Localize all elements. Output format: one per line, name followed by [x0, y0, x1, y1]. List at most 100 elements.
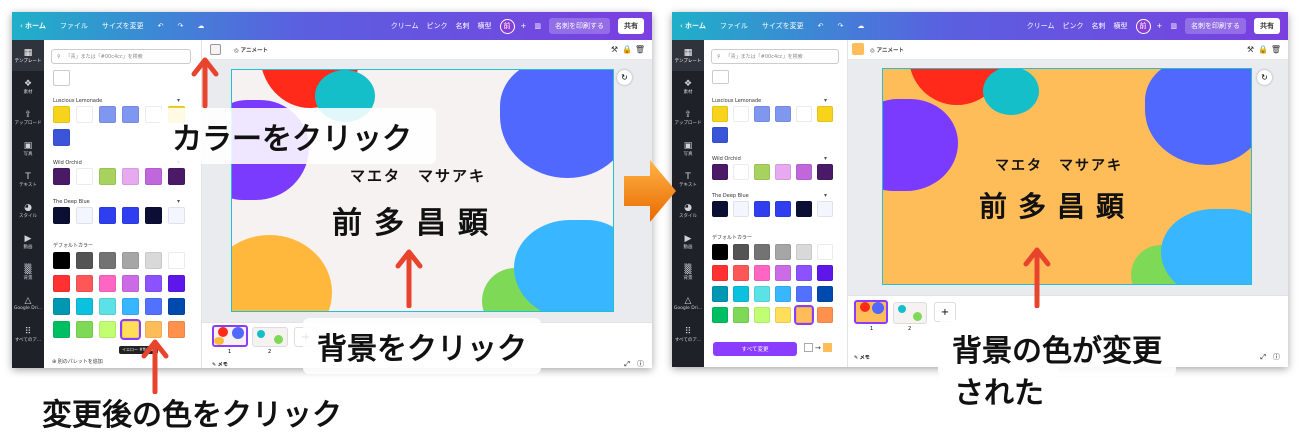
color-swatch[interactable] [53, 106, 70, 123]
help-icon[interactable]: ⓘ [637, 359, 644, 368]
file-menu-2[interactable]: ファイル [720, 21, 748, 31]
color-swatch[interactable] [817, 244, 833, 260]
color-swatch[interactable] [775, 286, 791, 302]
rail-video-2[interactable]: ▶ 動画 [672, 226, 704, 257]
change-all-button[interactable]: すべて変更 [713, 342, 797, 356]
print-button[interactable]: 名刺を印刷する [549, 18, 610, 34]
home-button-2[interactable]: ‹ ホーム [680, 21, 706, 31]
rail-templates-2[interactable]: ▦ テンプレート [672, 40, 704, 71]
color-swatch[interactable] [145, 298, 162, 315]
color-swatch[interactable] [733, 106, 749, 122]
rail-google-drive[interactable]: △ Google Dri... [12, 288, 44, 319]
color-swatch[interactable] [733, 307, 749, 323]
refresh-icon[interactable]: ↻ [617, 70, 632, 85]
color-swatch[interactable] [53, 298, 70, 315]
palette-menu-icon[interactable]: ▾ [177, 198, 180, 205]
page-thumb-2[interactable] [252, 327, 288, 347]
color-swatch[interactable] [712, 244, 728, 260]
color-swatch[interactable] [99, 298, 116, 315]
color-swatch[interactable] [168, 207, 185, 224]
color-swatch[interactable] [168, 321, 185, 338]
color-swatch[interactable] [754, 286, 770, 302]
rail-photos[interactable]: ▣ 写真 [12, 133, 44, 164]
paint-icon-2[interactable]: ⚒ [1247, 45, 1254, 54]
rail-background-2[interactable]: ▒ 背景 [672, 257, 704, 288]
color-swatch[interactable] [99, 207, 116, 224]
home-button[interactable]: ‹ ホーム [20, 21, 46, 31]
color-swatch[interactable] [733, 265, 749, 281]
name-kanji[interactable]: 前多昌顕 [332, 198, 500, 242]
color-swatch[interactable] [76, 207, 93, 224]
color-swatch[interactable] [754, 106, 770, 122]
color-swatch[interactable] [122, 168, 139, 185]
color-swatch[interactable] [712, 127, 728, 143]
color-swatch[interactable] [796, 286, 812, 302]
rail-google-drive-2[interactable]: △ Google Dri... [672, 288, 704, 319]
color-swatch[interactable] [754, 244, 770, 260]
color-swatch[interactable] [99, 275, 116, 292]
color-swatch[interactable] [733, 201, 749, 217]
name-kanji-2[interactable]: 前多昌顕 [979, 185, 1135, 225]
rail-uploads[interactable]: ⇪ アップロード [12, 102, 44, 133]
palette-menu-icon[interactable]: ▾ [177, 97, 180, 104]
color-swatch[interactable] [145, 207, 162, 224]
color-swatch[interactable] [712, 307, 728, 323]
color-swatch[interactable] [53, 129, 70, 146]
color-swatch[interactable] [817, 286, 833, 302]
color-swatch[interactable] [775, 265, 791, 281]
color-swatch[interactable] [754, 201, 770, 217]
background-color-button[interactable] [210, 44, 221, 55]
rail-all-apps-2[interactable]: ⠿ すべてのア... [672, 319, 704, 350]
color-swatch[interactable] [733, 286, 749, 302]
rail-styles[interactable]: ◕ スタイル [12, 195, 44, 226]
color-swatch[interactable] [145, 168, 162, 185]
rail-background[interactable]: ▒ 背景 [12, 257, 44, 288]
color-swatch[interactable] [796, 106, 812, 122]
color-swatch[interactable] [53, 321, 70, 338]
color-swatch[interactable] [794, 305, 814, 325]
color-swatch[interactable] [712, 201, 728, 217]
business-card-design-2[interactable]: マエタ マサアキ 前多昌顕 [882, 68, 1252, 285]
color-swatch[interactable] [145, 275, 162, 292]
rail-all-apps[interactable]: ⠿ すべてのア... [12, 319, 44, 350]
color-swatch[interactable] [122, 207, 139, 224]
color-swatch[interactable] [122, 275, 139, 292]
avatar-2[interactable]: 前 [1135, 18, 1151, 34]
color-swatch[interactable] [754, 265, 770, 281]
color-swatch[interactable] [817, 307, 833, 323]
color-swatch[interactable] [775, 201, 791, 217]
add-page-button-2[interactable]: + [934, 302, 956, 322]
undo-icon-2[interactable]: ↶ [818, 22, 824, 30]
paint-icon[interactable]: ⚒ [611, 45, 618, 54]
color-swatch[interactable] [168, 298, 185, 315]
rail-elements-2[interactable]: ❖ 素材 [672, 71, 704, 102]
color-swatch[interactable] [76, 275, 93, 292]
trash-icon-2[interactable]: 🗑 [1271, 45, 1281, 54]
animate-button-2[interactable]: ◎ アニメート [870, 46, 904, 54]
color-swatch[interactable] [122, 298, 139, 315]
color-swatch[interactable] [168, 252, 185, 269]
color-swatch[interactable] [53, 207, 70, 224]
color-swatch[interactable] [817, 265, 833, 281]
rail-elements[interactable]: ❖ 素材 [12, 71, 44, 102]
color-swatch[interactable] [712, 106, 728, 122]
color-swatch[interactable] [99, 321, 116, 338]
lock-icon[interactable]: 🔒 [622, 45, 632, 54]
memo-button[interactable]: ✎ メモ [212, 361, 228, 368]
name-kana[interactable]: マエタ マサアキ [350, 165, 486, 186]
color-search-input-2[interactable]: ⚲ 「青」または「#00c4cc」を検索 [711, 49, 839, 64]
color-swatch[interactable] [712, 265, 728, 281]
analytics-icon[interactable]: ▥ [534, 22, 541, 30]
background-color-button-2[interactable] [852, 43, 864, 55]
share-button-2[interactable]: 共有 [1254, 18, 1280, 34]
color-swatch[interactable] [796, 244, 812, 260]
color-swatch[interactable] [99, 106, 116, 123]
add-member-icon-2[interactable]: + [1157, 22, 1163, 30]
color-swatch[interactable] [754, 164, 770, 180]
color-swatch[interactable] [99, 168, 116, 185]
color-swatch[interactable] [168, 168, 185, 185]
color-swatch[interactable] [817, 164, 833, 180]
palette-menu-icon[interactable]: ▾ [824, 155, 827, 162]
color-swatch[interactable] [53, 252, 70, 269]
name-kana-2[interactable]: マエタ マサアキ [995, 155, 1123, 175]
